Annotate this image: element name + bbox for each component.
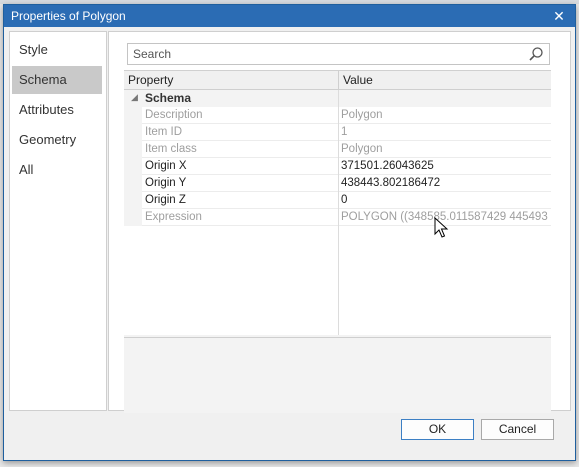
property-name: Item ID <box>145 126 183 138</box>
property-name: Expression <box>145 211 202 223</box>
property-name: Origin X <box>145 160 187 172</box>
mouse-pointer-icon <box>434 217 449 238</box>
row-gutter <box>124 124 142 141</box>
property-value: 1 <box>341 126 348 138</box>
row-gutter <box>124 192 142 209</box>
sidebar-item-attributes[interactable]: Attributes <box>12 96 102 124</box>
property-value-origin-y[interactable]: 438443.802186472 <box>341 175 548 191</box>
property-value-origin-x[interactable]: 371501.26043625 <box>341 158 548 174</box>
column-header-property[interactable]: Property <box>124 71 339 89</box>
property-name: Description <box>145 109 203 121</box>
sidebar-item-geometry[interactable]: Geometry <box>12 126 102 154</box>
property-panel: Property Value ◢ Schema Description Poly… <box>108 31 571 413</box>
search-input[interactable] <box>128 44 518 64</box>
search-icon[interactable] <box>528 46 544 62</box>
dialog-title: Properties of Polygon <box>11 9 126 23</box>
sidebar-item-schema[interactable]: Schema <box>12 66 102 94</box>
row-gutter <box>124 107 142 124</box>
ok-button[interactable]: OK <box>401 419 474 440</box>
column-header-value[interactable]: Value <box>339 71 551 89</box>
property-name: Item class <box>145 143 197 155</box>
property-value: Polygon <box>341 143 383 155</box>
sidebar-item-all[interactable]: All <box>12 156 102 184</box>
close-icon[interactable]: ✕ <box>547 5 571 27</box>
description-area <box>124 337 551 413</box>
category-sidebar: Style Schema Attributes Geometry All <box>9 31 107 411</box>
row-gutter <box>124 209 142 226</box>
row-gutter <box>124 141 142 158</box>
group-label: Schema <box>145 91 192 105</box>
row-gutter <box>124 158 142 175</box>
property-value: Polygon <box>341 109 383 121</box>
cancel-button[interactable]: Cancel <box>481 419 554 440</box>
column-divider[interactable] <box>338 90 339 335</box>
property-name: Origin Z <box>145 194 186 206</box>
search-box <box>127 43 550 65</box>
property-value-origin-z[interactable]: 0 <box>341 192 548 208</box>
property-grid: Property Value ◢ Schema Description Poly… <box>124 70 551 413</box>
title-bar[interactable]: Properties of Polygon ✕ <box>4 5 575 27</box>
row-gutter <box>124 175 142 192</box>
grid-header: Property Value <box>124 71 551 90</box>
sidebar-item-style[interactable]: Style <box>12 36 102 64</box>
properties-dialog: Properties of Polygon ✕ Style Schema Att… <box>3 4 576 461</box>
collapse-triangle-icon[interactable]: ◢ <box>131 92 138 103</box>
property-name: Origin Y <box>145 177 187 189</box>
